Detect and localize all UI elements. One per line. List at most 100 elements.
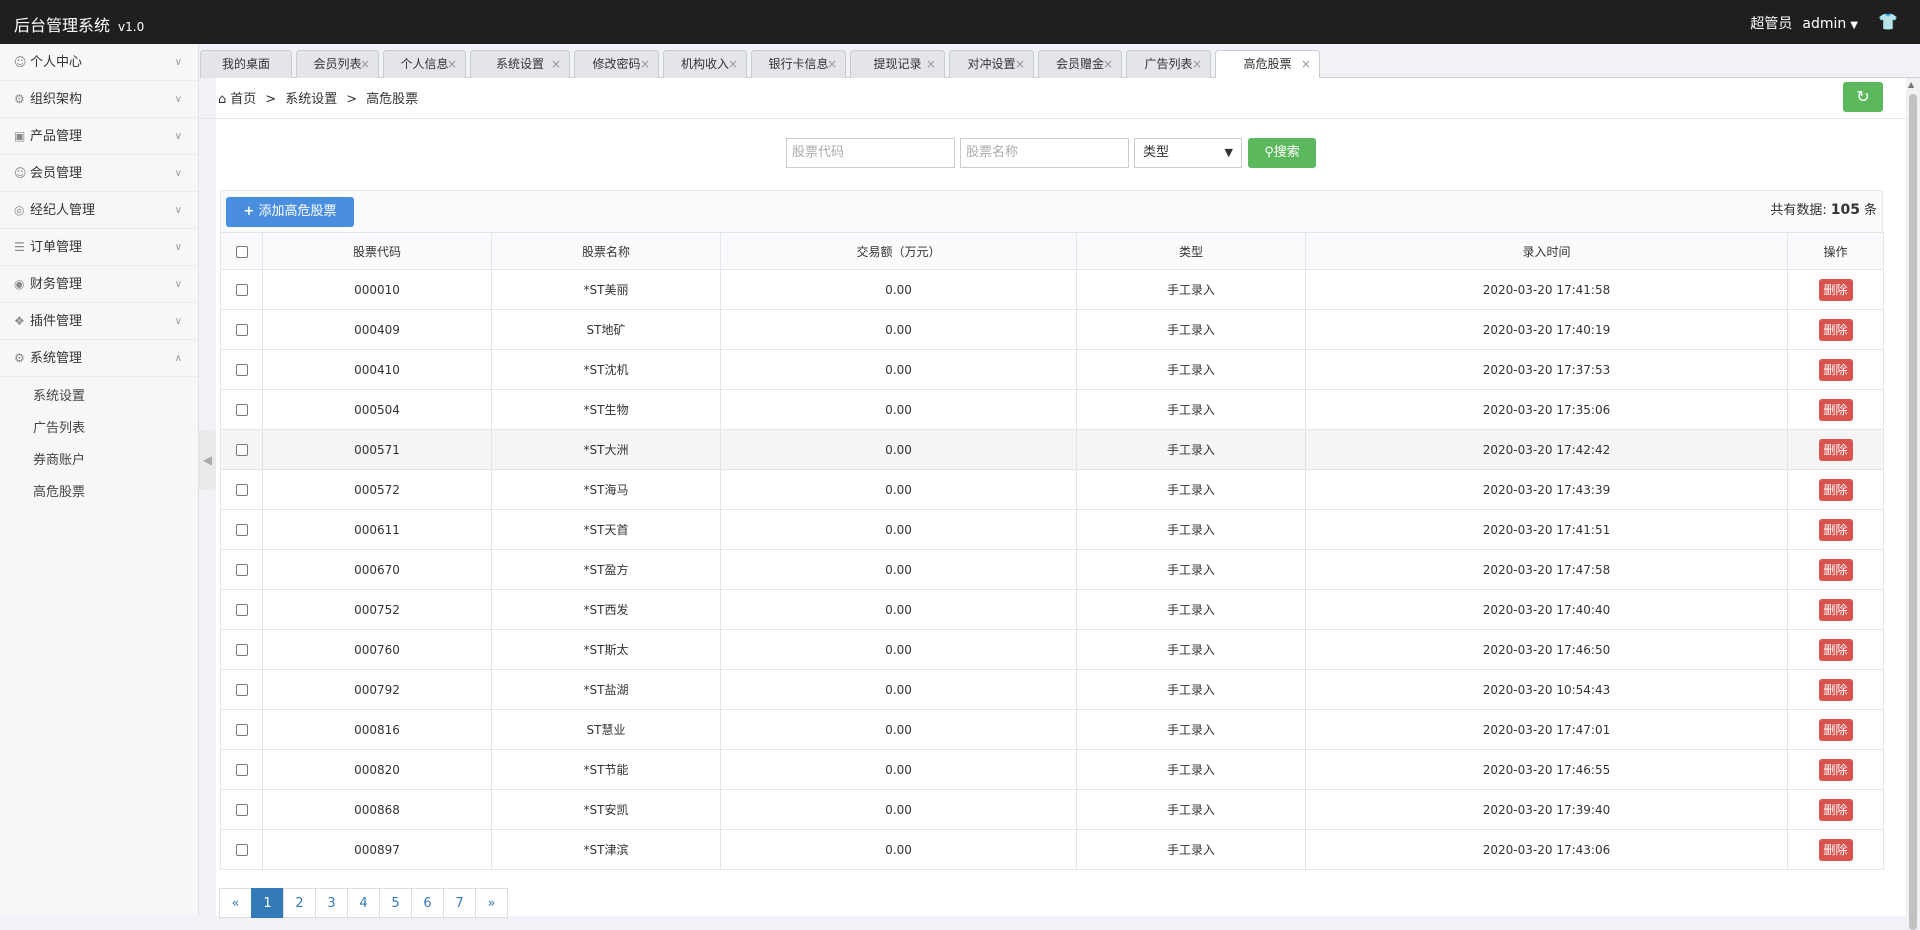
page-7[interactable]: 7 (443, 888, 476, 918)
breadcrumb-parent[interactable]: 系统设置 (285, 92, 337, 107)
row-checkbox[interactable] (235, 284, 248, 296)
page-4[interactable]: 4 (347, 888, 380, 918)
add-button-label: 添加高危股票 (258, 204, 337, 219)
refresh-button[interactable]: ↻ (1843, 82, 1883, 112)
page-2[interactable]: 2 (283, 888, 316, 918)
stock-name-input[interactable]: 股票名称 (960, 138, 1129, 168)
delete-button[interactable]: 删除 (1818, 478, 1853, 501)
tab-item[interactable]: 提现记录 × (850, 50, 945, 78)
row-checkbox[interactable] (235, 484, 248, 496)
search-button[interactable]: ⚲搜索 (1248, 138, 1316, 168)
row-checkbox[interactable] (235, 804, 248, 816)
cell-time: 2020-03-20 17:47:58 (1305, 549, 1788, 590)
table-row: 000760 *ST斯太 0.00 手工录入 2020-03-20 17:46:50 删除 (220, 629, 1884, 670)
sidebar-item[interactable]: ☰ 订单管理 ∨ (0, 229, 198, 266)
sidebar-collapse-handle[interactable]: ◀ (199, 430, 216, 490)
close-icon[interactable]: × (728, 51, 738, 77)
sidebar-subitem[interactable]: 高危股票 (0, 477, 198, 509)
tab-item[interactable]: 个人信息 × (383, 50, 466, 78)
delete-button[interactable]: 删除 (1818, 838, 1853, 861)
page-6[interactable]: 6 (411, 888, 444, 918)
cell-code: 000670 (262, 549, 492, 590)
tab-item[interactable]: 会员列表 × (296, 50, 379, 78)
close-icon[interactable]: × (926, 51, 936, 77)
row-checkbox[interactable] (235, 724, 248, 736)
sidebar-item[interactable]: ⚙ 组织架构 ∨ (0, 81, 198, 118)
row-checkbox[interactable] (235, 324, 248, 336)
delete-button[interactable]: 删除 (1818, 438, 1853, 461)
sidebar-item[interactable]: ▣ 产品管理 ∨ (0, 118, 198, 155)
sidebar-subitem[interactable]: 系统设置 (0, 381, 198, 413)
select-all-checkbox[interactable] (235, 245, 248, 258)
row-select-cell (220, 629, 263, 670)
close-icon[interactable]: × (1015, 51, 1025, 77)
delete-button[interactable]: 删除 (1818, 398, 1853, 421)
tab-item[interactable]: 广告列表 × (1126, 50, 1211, 78)
delete-button[interactable]: 删除 (1818, 598, 1853, 621)
close-icon[interactable]: × (640, 51, 650, 77)
page-5[interactable]: 5 (379, 888, 412, 918)
row-checkbox[interactable] (235, 524, 248, 536)
tab-item[interactable]: 对冲设置 × (949, 50, 1034, 78)
row-checkbox[interactable] (235, 564, 248, 576)
breadcrumb-home[interactable]: 首页 (230, 92, 256, 107)
user-menu[interactable]: 超管员 admin ▼ (1750, 13, 1858, 33)
page-prev[interactable]: « (219, 888, 252, 918)
close-icon[interactable]: × (447, 51, 457, 77)
tab-item[interactable]: 会员赠金 × (1038, 50, 1122, 78)
page-next[interactable]: » (475, 888, 508, 918)
close-icon[interactable]: × (1192, 51, 1202, 77)
delete-button[interactable]: 删除 (1818, 518, 1853, 541)
row-checkbox[interactable] (235, 364, 248, 376)
row-checkbox[interactable] (235, 644, 248, 656)
delete-button[interactable]: 删除 (1818, 278, 1853, 301)
sidebar-item[interactable]: ☺ 会员管理 ∨ (0, 155, 198, 192)
theme-shirt-icon[interactable]: 👕 (1878, 12, 1898, 31)
sidebar-item[interactable]: ◎ 经纪人管理 ∨ (0, 192, 198, 229)
row-checkbox[interactable] (235, 604, 248, 616)
page-1[interactable]: 1 (251, 888, 284, 918)
page-3[interactable]: 3 (315, 888, 348, 918)
delete-button[interactable]: 删除 (1818, 718, 1853, 741)
table-toolbar: + 添加高危股票 共有数据: 105 条 (220, 190, 1883, 232)
delete-button[interactable]: 删除 (1818, 558, 1853, 581)
vertical-scrollbar[interactable]: ▲ (1906, 78, 1920, 930)
sidebar-item[interactable]: ⚙ 系统管理 ∧ (0, 340, 198, 377)
sidebar-subitem[interactable]: 广告列表 (0, 413, 198, 445)
close-icon[interactable]: × (551, 51, 561, 77)
delete-button[interactable]: 删除 (1818, 638, 1853, 661)
sidebar-item-label: 个人中心 (30, 55, 83, 70)
row-checkbox[interactable] (235, 444, 248, 456)
scrollbar-thumb[interactable] (1909, 94, 1917, 930)
row-checkbox[interactable] (235, 404, 248, 416)
delete-button[interactable]: 删除 (1818, 318, 1853, 341)
cell-type: 手工录入 (1076, 589, 1306, 630)
sidebar-subitem[interactable]: 券商账户 (0, 445, 198, 477)
cell-code: 000820 (262, 749, 492, 790)
row-select-cell (220, 269, 263, 310)
add-high-risk-stock-button[interactable]: + 添加高危股票 (226, 197, 354, 227)
close-icon[interactable]: × (360, 51, 370, 77)
close-icon[interactable]: × (1301, 51, 1311, 77)
delete-button[interactable]: 删除 (1818, 758, 1853, 781)
delete-button[interactable]: 删除 (1818, 358, 1853, 381)
tab-item[interactable]: 高危股票 × (1215, 50, 1320, 78)
tab-item[interactable]: 机构收入 × (663, 50, 747, 78)
stock-code-input[interactable]: 股票代码 (786, 138, 955, 168)
delete-button[interactable]: 删除 (1818, 678, 1853, 701)
tab-item[interactable]: 修改密码 × (574, 50, 659, 78)
sidebar-item[interactable]: ❖ 插件管理 ∨ (0, 303, 198, 340)
row-checkbox[interactable] (235, 844, 248, 856)
row-checkbox[interactable] (235, 764, 248, 776)
close-icon[interactable]: × (827, 51, 837, 77)
scroll-up-icon[interactable]: ▲ (1908, 80, 1914, 89)
sidebar-item[interactable]: ☺ 个人中心 ∨ (0, 44, 198, 81)
row-checkbox[interactable] (235, 684, 248, 696)
tab-item[interactable]: 系统设置 × (470, 50, 570, 78)
type-select[interactable]: 类型 ▼ (1134, 138, 1242, 168)
close-icon[interactable]: × (1103, 51, 1113, 77)
sidebar-item[interactable]: ◉ 财务管理 ∨ (0, 266, 198, 303)
delete-button[interactable]: 删除 (1818, 798, 1853, 821)
tab-item[interactable]: 银行卡信息 × (751, 50, 846, 78)
tab-item[interactable]: 我的桌面 (200, 50, 292, 78)
